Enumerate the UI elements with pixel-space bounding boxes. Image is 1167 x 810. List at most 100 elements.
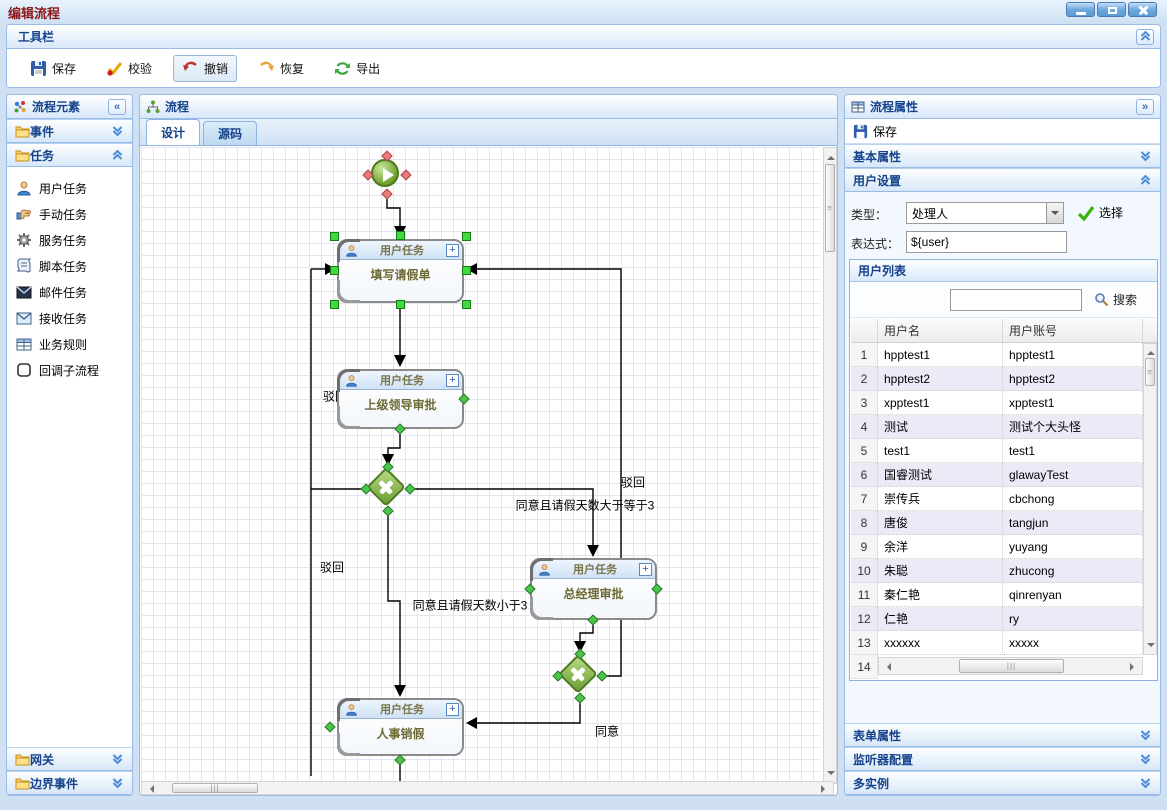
- table-row[interactable]: 7崇传兵cbchong: [851, 487, 1143, 511]
- search-input[interactable]: [950, 289, 1082, 311]
- save-button[interactable]: 保存: [21, 55, 85, 82]
- maximize-button[interactable]: [1097, 2, 1126, 17]
- table-hscrollbar[interactable]: |||: [878, 657, 1143, 675]
- section-listener-config[interactable]: 监听器配置: [845, 747, 1160, 771]
- column-header-num[interactable]: [851, 319, 878, 342]
- palette-item-manual-task[interactable]: 手动任务: [7, 201, 132, 227]
- selection-handle[interactable]: [396, 231, 405, 240]
- section-boundary-events[interactable]: 边界事件: [7, 771, 132, 795]
- row-number: 8: [851, 511, 878, 535]
- edge-label-agree[interactable]: 同意: [595, 723, 619, 740]
- canvas-hscrollbar[interactable]: |||: [141, 781, 834, 795]
- selection-handle[interactable]: [330, 232, 339, 241]
- selection-handle[interactable]: [330, 300, 339, 309]
- search-button[interactable]: 搜索: [1094, 291, 1137, 308]
- table-vscrollbar[interactable]: ≡: [1143, 343, 1157, 655]
- scroll-right-arrow[interactable]: [1130, 663, 1138, 671]
- selection-handle[interactable]: [396, 300, 405, 309]
- section-tasks[interactable]: 任务: [7, 143, 132, 167]
- section-multi-instance[interactable]: 多实例: [845, 771, 1160, 795]
- table-row[interactable]: 1hpptest1hpptest1: [851, 343, 1143, 367]
- table-row[interactable]: 8唐俊tangjun: [851, 511, 1143, 535]
- flow-canvas[interactable]: 驳回 驳回 驳回 同意且请假天数大于等于3 同意且请假天数小于3 同意 用户任务: [141, 147, 820, 785]
- canvas-vscrollbar[interactable]: ≡: [823, 147, 837, 784]
- selection-handle[interactable]: [462, 266, 471, 275]
- table-row[interactable]: 9余洋yuyang: [851, 535, 1143, 559]
- tab-design[interactable]: 设计: [146, 119, 200, 145]
- palette-item-service-task[interactable]: 服务任务: [7, 227, 132, 253]
- table-row[interactable]: 13xxxxxxxxxxx: [851, 631, 1143, 655]
- dropdown-arrow-icon[interactable]: [1046, 203, 1063, 223]
- table-row[interactable]: 10朱聪zhucong: [851, 559, 1143, 583]
- close-button[interactable]: [1128, 2, 1157, 17]
- row-number: 2: [851, 367, 878, 391]
- table-row[interactable]: 12仁艳ry: [851, 607, 1143, 631]
- minimize-button[interactable]: [1066, 2, 1095, 17]
- expand-plus-button[interactable]: +: [446, 244, 459, 257]
- expand-plus-button[interactable]: +: [446, 374, 459, 387]
- validate-button[interactable]: 校验: [97, 55, 161, 82]
- table-cell: xpptest1: [1003, 391, 1143, 415]
- section-basic-properties[interactable]: 基本属性: [845, 144, 1160, 168]
- palette-collapse-button[interactable]: «: [108, 99, 126, 115]
- scroll-up-arrow[interactable]: [827, 152, 835, 160]
- selection-handle[interactable]: [462, 300, 471, 309]
- table-row[interactable]: 4测试测试个大头怪: [851, 415, 1143, 439]
- designer-title: 流程: [165, 98, 189, 115]
- palette-item-callback-subprocess[interactable]: 回调子流程: [7, 357, 132, 383]
- table-vscroll-thumb[interactable]: ≡: [1145, 358, 1155, 386]
- properties-expand-button[interactable]: »: [1136, 99, 1154, 115]
- canvas-hscroll-thumb[interactable]: |||: [172, 783, 258, 793]
- task-node-gm-approval[interactable]: 用户任务 + 总经理审批: [530, 558, 657, 620]
- table-hscroll-thumb[interactable]: |||: [959, 659, 1064, 673]
- expand-plus-button[interactable]: +: [639, 563, 652, 576]
- type-select[interactable]: 处理人: [906, 202, 1064, 224]
- palette-item-business-rule[interactable]: 业务规则: [7, 331, 132, 357]
- check-icon: [1077, 205, 1095, 221]
- tab-source[interactable]: 源码: [203, 121, 257, 145]
- section-events[interactable]: 事件: [7, 119, 132, 143]
- edge-label-agree-ge3[interactable]: 同意且请假天数大于等于3: [516, 497, 655, 514]
- choose-button[interactable]: 选择: [1077, 204, 1123, 221]
- table-row[interactable]: 2hpptest2hpptest2: [851, 367, 1143, 391]
- start-event-node[interactable]: [371, 159, 399, 187]
- section-gateways[interactable]: 网关: [7, 747, 132, 771]
- task-node-supervisor-approval[interactable]: 用户任务 + 上级领导审批: [337, 369, 464, 429]
- scroll-left-arrow[interactable]: [146, 785, 154, 793]
- column-header-username[interactable]: 用户名: [878, 319, 1003, 342]
- palette-item-mail-task[interactable]: 邮件任务: [7, 279, 132, 305]
- table-row[interactable]: 11秦仁艳qinrenyan: [851, 583, 1143, 607]
- toolbar-collapse-button[interactable]: [1136, 29, 1154, 45]
- redo-button[interactable]: 恢复: [249, 55, 313, 82]
- section-form-properties[interactable]: 表单属性: [845, 723, 1160, 747]
- scroll-up-arrow[interactable]: [1147, 347, 1155, 355]
- properties-save-button[interactable]: 保存: [845, 119, 1160, 144]
- edge-label-reject-3[interactable]: 驳回: [621, 474, 645, 491]
- palette-item-script-task[interactable]: 脚本任务: [7, 253, 132, 279]
- scroll-down-arrow[interactable]: [1147, 643, 1155, 651]
- section-user-settings[interactable]: 用户设置: [845, 168, 1160, 192]
- undo-button[interactable]: 撤销: [173, 55, 237, 82]
- expression-input[interactable]: [906, 231, 1067, 253]
- edge-label-reject-2[interactable]: 驳回: [320, 559, 344, 576]
- canvas-vscroll-thumb[interactable]: ≡: [825, 164, 835, 252]
- task-node-fill-leave-form[interactable]: 用户任务 + 填写请假单: [337, 239, 464, 303]
- tabstrip: 设计 源码: [140, 119, 837, 146]
- palette-item-receive-task[interactable]: 接收任务: [7, 305, 132, 331]
- selection-handle[interactable]: [462, 232, 471, 241]
- palette-item-label: 用户任务: [39, 180, 87, 197]
- task-node-hr-cancel-leave[interactable]: 用户任务 + 人事销假: [337, 698, 464, 756]
- scroll-left-arrow[interactable]: [883, 663, 891, 671]
- table-row[interactable]: 3xpptest1xpptest1: [851, 391, 1143, 415]
- table-row[interactable]: 5test1test1: [851, 439, 1143, 463]
- column-header-account[interactable]: 用户账号: [1003, 319, 1143, 342]
- expand-plus-button[interactable]: +: [446, 703, 459, 716]
- palette-item-user-task[interactable]: 用户任务: [7, 175, 132, 201]
- table-row[interactable]: 6国睿测试glawayTest: [851, 463, 1143, 487]
- selection-handle[interactable]: [330, 266, 339, 275]
- scroll-down-arrow[interactable]: [827, 771, 835, 779]
- redo-label: 恢复: [280, 60, 304, 77]
- edge-label-agree-lt3[interactable]: 同意且请假天数小于3: [413, 597, 528, 614]
- export-button[interactable]: 导出: [325, 55, 389, 82]
- scroll-right-arrow[interactable]: [821, 785, 829, 793]
